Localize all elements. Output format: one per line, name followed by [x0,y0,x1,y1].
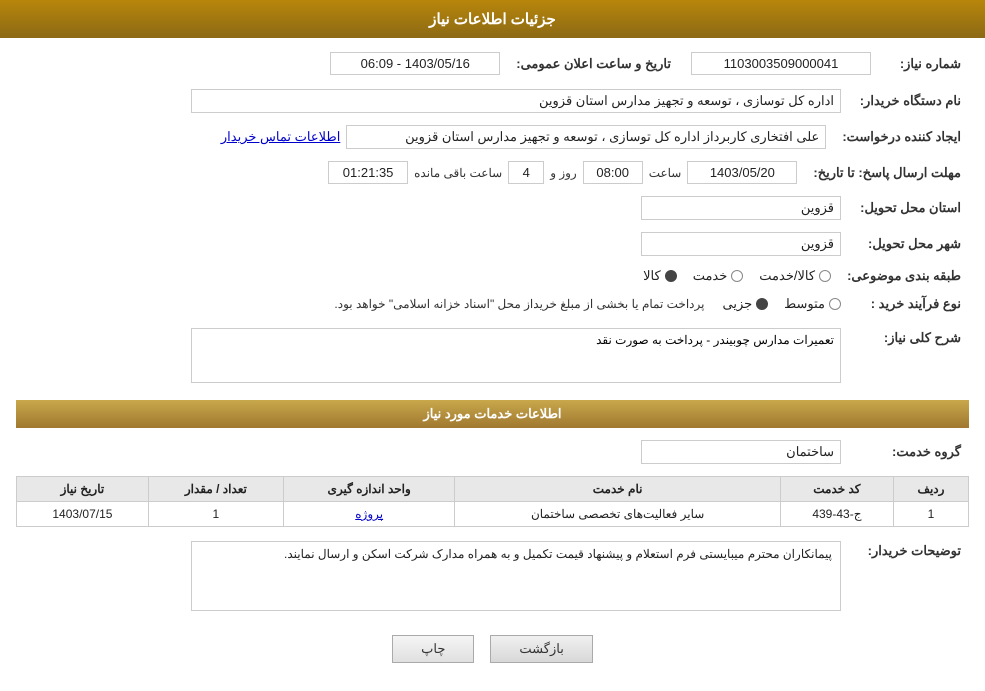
deadline-remaining-label: ساعت باقی مانده [414,166,502,180]
radio-jozi [756,298,768,310]
procurement-option-motavaset[interactable]: متوسط [784,296,841,312]
cell-quantity: 1 [148,502,283,527]
service-group-value: ساختمان [641,440,841,464]
buyer-notes-value: پیمانکاران محترم میبایستی فرم استعلام و … [191,541,841,611]
col-unit: واحد اندازه گیری [283,477,454,502]
deadline-date: 1403/05/20 [687,161,797,184]
radio-kala [665,270,677,282]
creator-label: ایجاد کننده درخواست: [834,121,969,153]
cell-service-code: ج-43-439 [780,502,893,527]
announce-label: تاریخ و ساعت اعلان عمومی: [508,48,679,79]
need-desc-textarea[interactable] [191,328,841,383]
need-desc-label: شرح کلی نیاز: [849,324,969,390]
deadline-time: 08:00 [583,161,643,184]
buyer-org-label: نام دستگاه خریدار: [849,85,969,117]
deadline-days-label: روز و [550,166,577,180]
procurement-label-jozi: جزیی [722,296,752,312]
deadline-time-label: ساعت [649,166,682,180]
category-label-khadamat: خدمت [693,268,728,284]
procurement-label: نوع فرآیند خرید : [849,292,969,316]
back-button[interactable]: بازگشت [490,635,592,663]
header-title: جزئیات اطلاعات نیاز [429,11,556,28]
announce-value: 1403/05/16 - 06:09 [330,52,500,75]
need-number-value: 1103003509000041 [691,52,871,75]
action-buttons: بازگشت چاپ [16,635,969,663]
category-option-kala-khadamat[interactable]: کالا/خدمت [759,268,831,284]
delivery-province-value: قزوین [641,196,841,220]
procurement-label-motavaset: متوسط [784,296,825,312]
col-service-code: کد خدمت [780,477,893,502]
radio-motavaset [829,298,841,310]
print-button[interactable]: چاپ [392,635,474,663]
delivery-city-value: قزوین [641,232,841,256]
category-label: طبقه بندی موضوعی: [839,264,969,288]
cell-service-name: سایر فعالیت‌های تخصصی ساختمان [455,502,780,527]
delivery-province-label: استان محل تحویل: [849,192,969,224]
buyer-notes-label: توضیحات خریدار: [849,537,969,615]
contact-link[interactable]: اطلاعات تماس خریدار [221,129,340,145]
need-number-label: شماره نیاز: [879,48,969,79]
radio-khadamat [731,270,743,282]
col-quantity: تعداد / مقدار [148,477,283,502]
procurement-desc: پرداخت تمام یا بخشی از مبلغ خریداز محل "… [24,297,704,311]
category-label-kala-khadamat: کالا/خدمت [759,268,815,284]
cell-date: 1403/07/15 [17,502,149,527]
radio-kala-khadamat [819,270,831,282]
page-header: جزئیات اطلاعات نیاز [0,0,985,38]
services-table: ردیف کد خدمت نام خدمت واحد اندازه گیری ت… [16,476,969,527]
procurement-option-jozi[interactable]: جزیی [722,296,768,312]
delivery-city-label: شهر محل تحویل: [849,228,969,260]
col-service-name: نام خدمت [455,477,780,502]
deadline-label: مهلت ارسال پاسخ: تا تاریخ: [805,157,969,188]
col-row: ردیف [893,477,968,502]
creator-value: علی افتخاری کاربرداز اداره کل توسازی ، ت… [346,125,826,149]
cell-unit: پروژه [283,502,454,527]
service-group-label: گروه خدمت: [849,436,969,468]
category-label-kala: کالا [643,268,661,284]
category-option-kala[interactable]: کالا [643,268,677,284]
buyer-org-value: اداره کل توسازی ، توسعه و تجهیز مدارس اس… [191,89,841,113]
services-section-title: اطلاعات خدمات مورد نیاز [16,400,969,428]
deadline-remaining: 01:21:35 [328,161,408,184]
table-row: 1ج-43-439سایر فعالیت‌های تخصصی ساختمانپر… [17,502,969,527]
cell-row: 1 [893,502,968,527]
category-option-khadamat[interactable]: خدمت [693,268,744,284]
deadline-days: 4 [508,161,544,184]
col-date: تاریخ نیاز [17,477,149,502]
